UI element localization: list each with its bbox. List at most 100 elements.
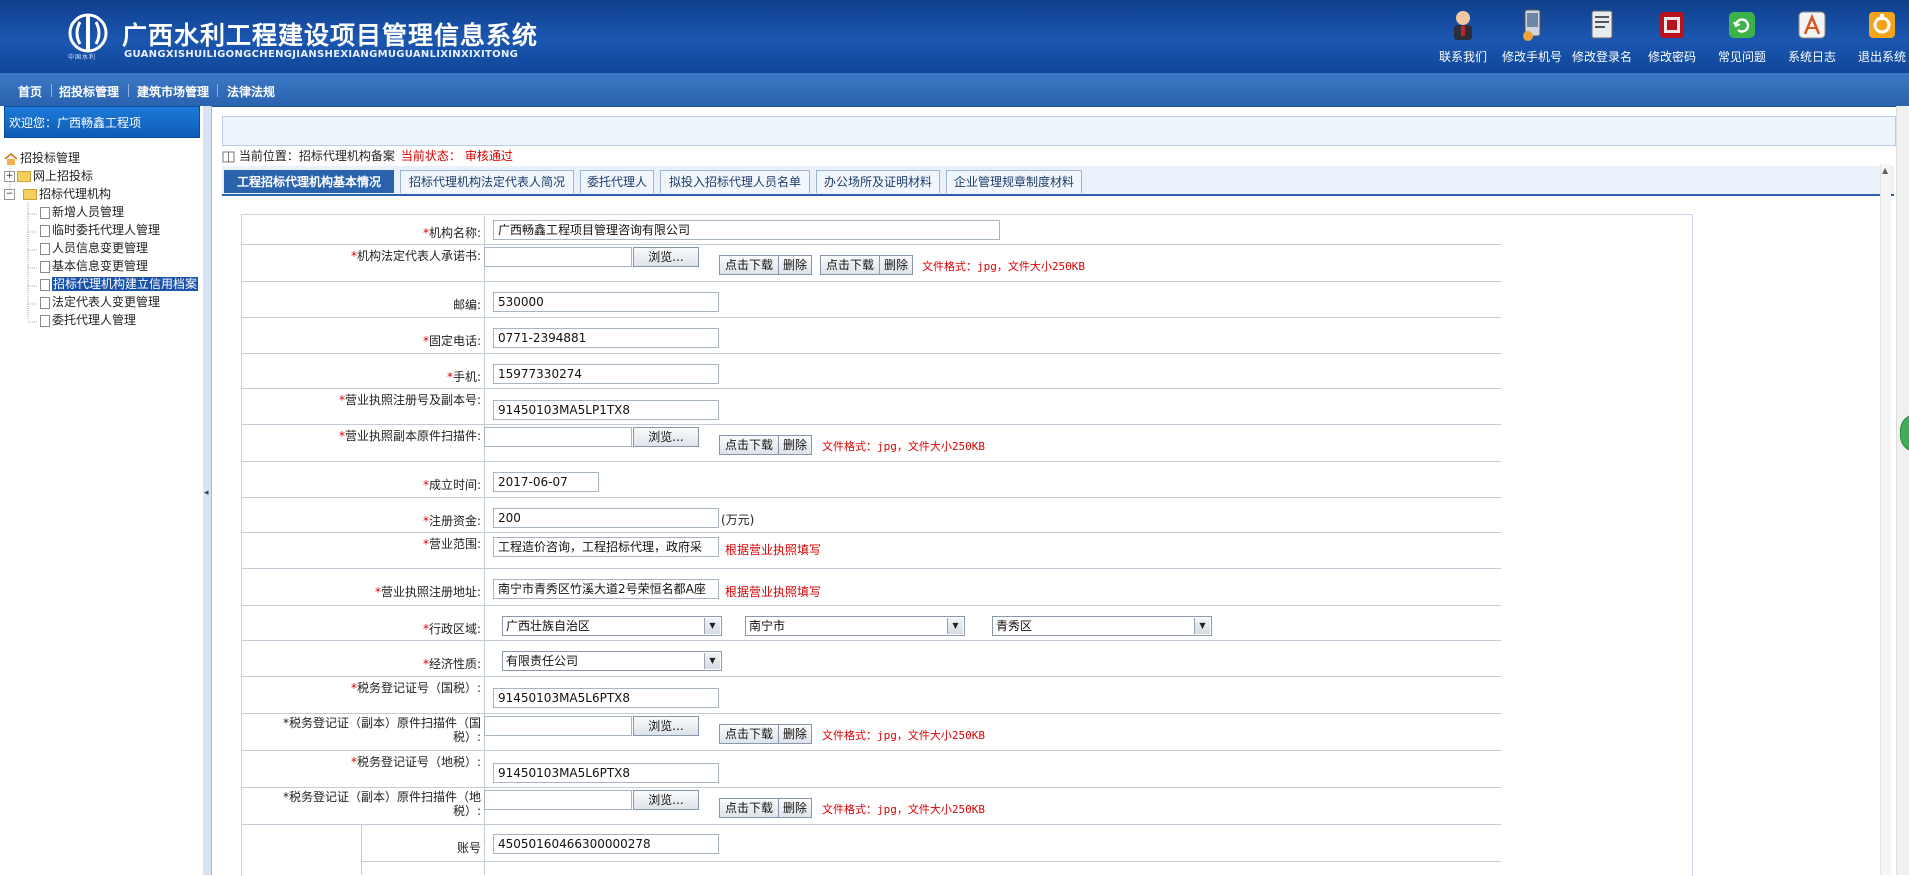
tree-item-credit-archive[interactable]: 招标代理机构建立信用档案: [40, 276, 199, 292]
tab-legal-rep[interactable]: 招标代理机构法定代表人简况: [400, 170, 574, 193]
folder-icon: [17, 171, 31, 182]
tree-node-agency[interactable]: − 招标代理机构: [4, 186, 111, 202]
tax-national-scan-hint: 文件格式：jpg，文件大小250KB: [822, 729, 985, 742]
col-divider: [484, 751, 485, 787]
menu-divider: [217, 84, 218, 97]
col-divider: [484, 641, 485, 676]
org-name-input[interactable]: 广西畅鑫工程项目管理咨询有限公司: [493, 220, 1000, 240]
postcode-input[interactable]: 530000: [493, 292, 719, 312]
account-label: 账号: [456, 841, 481, 855]
mobile-input[interactable]: 15977330274: [493, 364, 719, 384]
sidebar: 欢迎您：广西畅鑫工程项 招投标管理 + 网上招投标 − 招标代理机构 新增人员管理 …: [0, 106, 204, 875]
founded-date-input[interactable]: 2017-06-07: [493, 472, 599, 492]
tree-item-info-change[interactable]: 基本信息变更管理: [40, 258, 148, 274]
tree-item-staff-change[interactable]: 人员信息变更管理: [40, 240, 148, 256]
city-select[interactable]: 南宁市 ▼: [745, 616, 965, 636]
tab-bar: 工程招标代理机构基本情况 招标代理机构法定代表人简况 委托代理人 拟投入招标代理…: [222, 166, 1894, 196]
tree-item-legal-rep-change[interactable]: 法定代表人变更管理: [40, 294, 160, 310]
expand-icon[interactable]: +: [4, 171, 15, 182]
menu-home[interactable]: 首页: [18, 83, 42, 100]
menu-construction-market[interactable]: 建筑市场管理: [137, 83, 209, 100]
capital-input[interactable]: 200: [493, 508, 719, 528]
address-input[interactable]: 南宁市青秀区竹溪大道2号荣恒名都A座: [493, 579, 719, 599]
collapse-icon[interactable]: −: [4, 189, 15, 200]
page-icon: [40, 242, 50, 255]
tax-local-scan-browse-button[interactable]: 浏览...: [633, 790, 699, 810]
row-tax-national-scan: *税务登记证（副本）原件扫描件（国 税）: 浏览... 点击下载 删除 文件格式：…: [241, 714, 1501, 751]
tax-national-no-input[interactable]: 91450103MA5L6PTX8: [493, 688, 719, 708]
license-scan-label: *营业执照副本原件扫描件:: [338, 429, 481, 443]
faq-button[interactable]: 常见问题: [1707, 8, 1777, 65]
content-scrollbar[interactable]: ▲: [1880, 164, 1891, 875]
sidebar-splitter[interactable]: ◂: [203, 106, 212, 875]
col-divider: [484, 462, 485, 497]
tax-local-scan-file-input[interactable]: [484, 790, 632, 810]
license-scan-hint: 文件格式：jpg，文件大小250KB: [822, 440, 985, 453]
col-divider: [484, 825, 485, 875]
license-scan-download-button[interactable]: 点击下载: [719, 435, 779, 455]
book-icon: [222, 151, 235, 162]
system-log-button[interactable]: 系统日志: [1777, 8, 1847, 65]
collapse-left-icon[interactable]: ◂: [204, 488, 209, 498]
tab-basic-info[interactable]: 工程招标代理机构基本情况: [224, 170, 394, 193]
tax-local-scan-delete-button[interactable]: 删除: [778, 798, 812, 818]
user-icon: [1446, 8, 1480, 42]
tab-delegate-agent[interactable]: 委托代理人: [580, 170, 654, 193]
legal-letter-download-button-2[interactable]: 点击下载: [820, 255, 880, 275]
tax-national-scan-browse-button[interactable]: 浏览...: [633, 716, 699, 736]
postcode-label: 邮编:: [452, 298, 481, 312]
econ-type-select[interactable]: 有限责任公司 ▼: [502, 651, 722, 671]
tree-node-online-bidding[interactable]: + 网上招投标: [4, 168, 93, 184]
menu-bidding[interactable]: 招投标管理: [59, 83, 119, 100]
province-select[interactable]: 广西壮族自治区 ▼: [502, 616, 722, 636]
tab-staff-list[interactable]: 拟投入招标代理人员名单: [660, 170, 810, 193]
breadcrumb: 当前位置：招标代理机构备案 当前状态： 审核通过: [222, 148, 513, 164]
district-select[interactable]: 青秀区 ▼: [992, 616, 1212, 636]
row-license-no: *营业执照注册号及副本号: 91450103MA5LP1TX8: [241, 389, 1501, 425]
tax-national-scan-download-button[interactable]: 点击下载: [719, 724, 779, 744]
capital-label: *注册资金:: [422, 514, 481, 528]
tree-item-delegate-agent[interactable]: 委托代理人管理: [40, 312, 136, 328]
tab-office-proof[interactable]: 办公场所及证明材料: [816, 170, 940, 193]
tree-item-new-staff[interactable]: 新增人员管理: [40, 204, 124, 220]
page-scrollbar[interactable]: [1896, 106, 1909, 875]
account-input[interactable]: 450501604663000002​78: [493, 834, 719, 854]
legal-letter-file-input[interactable]: [484, 247, 632, 267]
col-divider: [484, 569, 485, 605]
scroll-up-icon[interactable]: ▲: [1882, 166, 1888, 175]
tax-local-no-input[interactable]: 91450103MA5L6PTX8: [493, 763, 719, 783]
tab-management-rules[interactable]: 企业管理规章制度材料: [946, 170, 1082, 193]
page-icon: [40, 224, 50, 237]
legal-letter-browse-button[interactable]: 浏览...: [633, 247, 699, 267]
log-icon: [1795, 8, 1829, 42]
contact-us-button[interactable]: 联系我们: [1428, 8, 1498, 65]
tax-local-scan-download-button[interactable]: 点击下载: [719, 798, 779, 818]
mobile-icon: [1515, 8, 1549, 42]
legal-letter-download-button-1[interactable]: 点击下载: [719, 255, 779, 275]
license-scan-browse-button[interactable]: 浏览...: [633, 427, 699, 447]
license-scan-delete-button[interactable]: 删除: [778, 435, 812, 455]
legal-letter-delete-button-1[interactable]: 删除: [778, 255, 812, 275]
tree-root-bidding[interactable]: 招投标管理: [4, 150, 80, 166]
page-icon: [40, 296, 50, 309]
row-address: *营业执照注册地址: 南宁市青秀区竹溪大道2号荣恒名都A座 根据营业执照填写: [241, 569, 1501, 606]
license-scan-file-input[interactable]: [484, 427, 632, 447]
tax-national-scan-delete-button[interactable]: 删除: [778, 724, 812, 744]
row-capital: *注册资金: 200 (万元): [241, 498, 1501, 533]
logout-button[interactable]: 退出系统: [1847, 8, 1909, 65]
region-label: *行政区域:: [422, 622, 481, 636]
change-login-name-button[interactable]: 修改登录名: [1567, 8, 1637, 65]
change-password-button[interactable]: 修改密码: [1637, 8, 1707, 65]
row-founded: *成立时间: 2017-06-07: [241, 462, 1501, 498]
tree-item-temp-agent[interactable]: 临时委托代理人管理: [40, 222, 160, 238]
phone-input[interactable]: 0771-2394881: [493, 328, 719, 348]
license-no-input[interactable]: 91450103MA5LP1TX8: [493, 400, 719, 420]
legal-letter-delete-button-2[interactable]: 删除: [879, 255, 913, 275]
change-mobile-button[interactable]: 修改手机号: [1497, 8, 1567, 65]
row-postcode: 邮编: 530000: [241, 282, 1501, 318]
tax-national-scan-label: *税务登记证（副本）原件扫描件（国 税）:: [282, 716, 481, 744]
menu-laws[interactable]: 法律法规: [227, 83, 275, 100]
row-tax-local-scan: *税务登记证（副本）原件扫描件（地 税）: 浏览... 点击下载 删除 文件格式：…: [241, 788, 1501, 825]
tax-national-scan-file-input[interactable]: [484, 716, 632, 736]
scope-input[interactable]: 工程造价咨询，工程招标代理，政府采: [493, 537, 719, 557]
